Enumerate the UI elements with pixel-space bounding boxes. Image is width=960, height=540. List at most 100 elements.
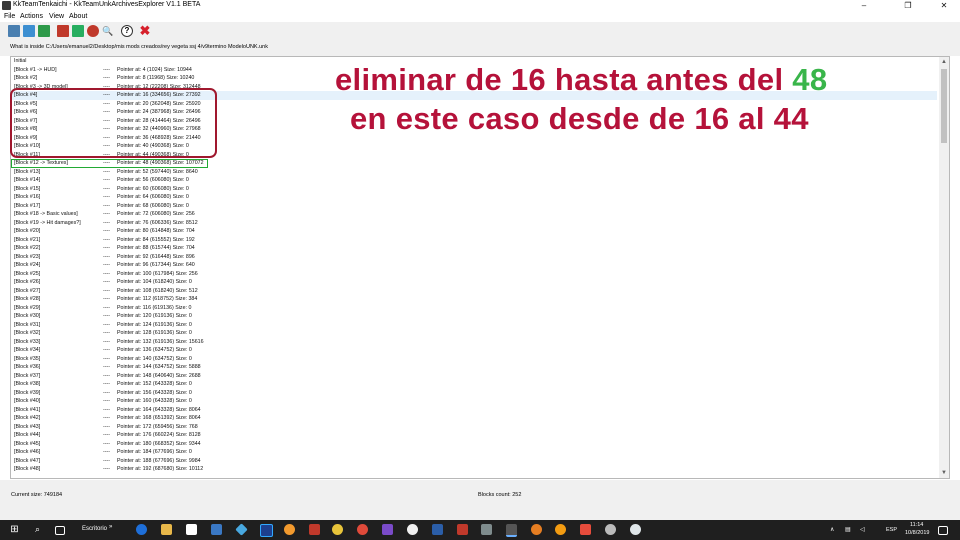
block-separator: ---- [103,185,111,192]
open-icon[interactable] [8,25,20,37]
block-separator: ---- [103,236,111,243]
vertical-scrollbar[interactable]: ▲ ▼ [939,57,949,478]
list-item[interactable]: [Block #48] ---- Pointer at: 192 (687680) … [11,465,937,474]
app-purple-icon[interactable] [382,524,393,535]
app-light-icon[interactable] [630,524,641,535]
app-white-icon[interactable] [407,524,418,535]
list-item[interactable]: [Block #14] ---- Pointer at: 56 (606080) S… [11,176,937,185]
clock-date[interactable]: 10/8/2019 [905,530,929,536]
list-item[interactable]: [Block #31] ---- Pointer at: 124 (619136) … [11,321,937,330]
taskbar-chevron[interactable]: » [109,524,112,530]
notification-icon[interactable] [938,526,948,535]
block-name: [Block #18 -> Basic values] [14,211,78,217]
app-diamond-icon[interactable] [235,523,248,536]
list-item[interactable]: [Block #18 -> Basic values] ---- Pointer a… [11,210,937,219]
list-item[interactable]: [Block #28] ---- Pointer at: 112 (618752) … [11,295,937,304]
help-icon[interactable]: ? [121,25,133,37]
list-item[interactable]: [Block #35] ---- Pointer at: 140 (634752) … [11,355,937,364]
task-view-icon[interactable] [55,526,65,535]
app-red2-icon[interactable] [457,524,468,535]
tray-chevron-icon[interactable]: ∧ [830,526,834,533]
file-explorer-icon[interactable] [161,524,172,535]
list-item[interactable]: [Block #16] ---- Pointer at: 64 (606080) S… [11,193,937,202]
list-item[interactable]: [Block #38] ---- Pointer at: 152 (643328) … [11,380,937,389]
blender-icon[interactable] [284,524,295,535]
app-grey2-icon[interactable] [605,524,616,535]
list-item[interactable]: [Block #25] ---- Pointer at: 100 (617984) … [11,270,937,279]
save-icon[interactable] [23,25,35,37]
list-item[interactable]: [Block #39] ---- Pointer at: 156 (643328) … [11,389,937,398]
close-window-button[interactable]: ✕ [928,0,960,12]
current-size: Current size: 749184 [11,492,63,498]
list-item[interactable]: [Block #22] ---- Pointer at: 88 (615744) S… [11,244,937,253]
list-item[interactable]: [Block #41] ---- Pointer at: 164 (643328) … [11,406,937,415]
app-orange-icon[interactable] [531,524,542,535]
search-icon[interactable]: 🔍 [102,25,114,37]
list-item[interactable]: [Block #20] ---- Pointer at: 80 (614848) S… [11,227,937,236]
list-item[interactable]: [Block #27] ---- Pointer at: 108 (618240) … [11,287,937,296]
list-item[interactable]: [Block #40] ---- Pointer at: 160 (643328) … [11,397,937,406]
list-item[interactable]: [Block #32] ---- Pointer at: 128 (619136) … [11,329,937,338]
scrollbar-thumb[interactable] [941,69,947,143]
kkteam-explorer-icon[interactable] [506,524,517,537]
block-pointer-info: Pointer at: 168 (651392) Size: 8064 [117,415,201,421]
clock-time[interactable]: 11:14 [910,522,923,528]
block-pointer-info: Pointer at: 100 (617984) Size: 256 [117,270,198,277]
block-name: [Block #25] [14,270,41,277]
list-item[interactable]: [Block #47] ---- Pointer at: 188 (677696) … [11,457,937,466]
list-item[interactable]: [Block #43] ---- Pointer at: 172 (659456) … [11,423,937,432]
app-grey-icon[interactable] [481,524,492,535]
volume-icon[interactable]: ◁ [860,526,865,533]
list-item[interactable]: [Block #36] ---- Pointer at: 144 (634752) … [11,363,937,372]
list-item[interactable]: [Block #29] ---- Pointer at: 116 (619136) … [11,304,937,313]
list-item[interactable]: [Block #37] ---- Pointer at: 148 (640640) … [11,372,937,381]
list-item[interactable]: [Block #23] ---- Pointer at: 92 (616448) S… [11,253,937,262]
list-item[interactable]: [Block #17] ---- Pointer at: 68 (606080) S… [11,202,937,211]
edge-icon[interactable] [136,524,147,535]
block-name: [Block #32] [14,330,41,336]
app-blue-icon[interactable] [432,524,443,535]
app-red-icon[interactable] [309,524,320,535]
network-icon[interactable]: ▤ [845,526,851,533]
list-item[interactable]: [Block #26] ---- Pointer at: 104 (618240) … [11,278,937,287]
save-as-icon[interactable] [38,25,50,37]
list-item[interactable]: [Block #30] ---- Pointer at: 120 (619136) … [11,312,937,321]
import-icon[interactable] [57,25,69,37]
list-item[interactable]: [Block #34] ---- Pointer at: 136 (634752) … [11,346,937,355]
list-item[interactable]: [Block #33] ---- Pointer at: 132 (619136) … [11,338,937,347]
list-item[interactable]: [Block #19 -> Hit damages?] ---- Pointer a… [11,219,937,228]
list-item[interactable]: [Block #13] ---- Pointer at: 52 (597440) S… [11,168,937,177]
menu-view[interactable]: View [49,13,64,20]
scroll-down-icon[interactable]: ▼ [939,468,949,478]
list-item[interactable]: [Block #45] ---- Pointer at: 180 (668352) … [11,440,937,449]
export-icon[interactable] [72,25,84,37]
minimize-button[interactable]: – [848,0,880,12]
list-item[interactable]: [Block #24] ---- Pointer at: 96 (617344) S… [11,261,937,270]
block-pointer-info: Pointer at: 112 (618752) Size: 384 [117,296,198,302]
start-icon[interactable]: ⊞ [9,524,20,535]
list-item[interactable]: [Block #42] ---- Pointer at: 168 (651392) … [11,414,937,423]
list-item[interactable]: [Block #46] ---- Pointer at: 184 (677696) … [11,448,937,457]
store-icon[interactable] [186,524,197,535]
block-icon[interactable] [87,25,99,37]
chrome-icon[interactable] [332,524,343,535]
app-red3-icon[interactable] [580,524,591,535]
list-item[interactable]: [Block #15] ---- Pointer at: 60 (606080) S… [11,185,937,194]
window-title: KkTeamTenkaichi - KkTeamUnkArchivesExplo… [13,1,201,8]
menu-about[interactable]: About [69,13,87,20]
maximize-button[interactable]: ❐ [892,0,924,12]
language-indicator[interactable]: ESP [886,527,897,533]
taskbar-desktop-label[interactable]: Escritorio [82,526,107,532]
menu-file[interactable]: File [4,13,15,20]
app-circle-icon[interactable] [357,524,368,535]
mail-icon[interactable] [211,524,222,535]
list-item[interactable]: [Block #21] ---- Pointer at: 84 (615552) S… [11,236,937,245]
close-icon[interactable]: ✖ [139,24,151,37]
firefox-icon[interactable] [555,524,566,535]
scroll-up-icon[interactable]: ▲ [939,57,949,67]
list-item[interactable]: [Block #44] ---- Pointer at: 176 (660224) … [11,431,937,440]
green-highlight-box [11,159,208,168]
search-icon[interactable]: ⌕ [32,524,43,535]
menu-actions[interactable]: Actions [20,13,43,20]
photoshop-icon[interactable] [260,524,273,537]
